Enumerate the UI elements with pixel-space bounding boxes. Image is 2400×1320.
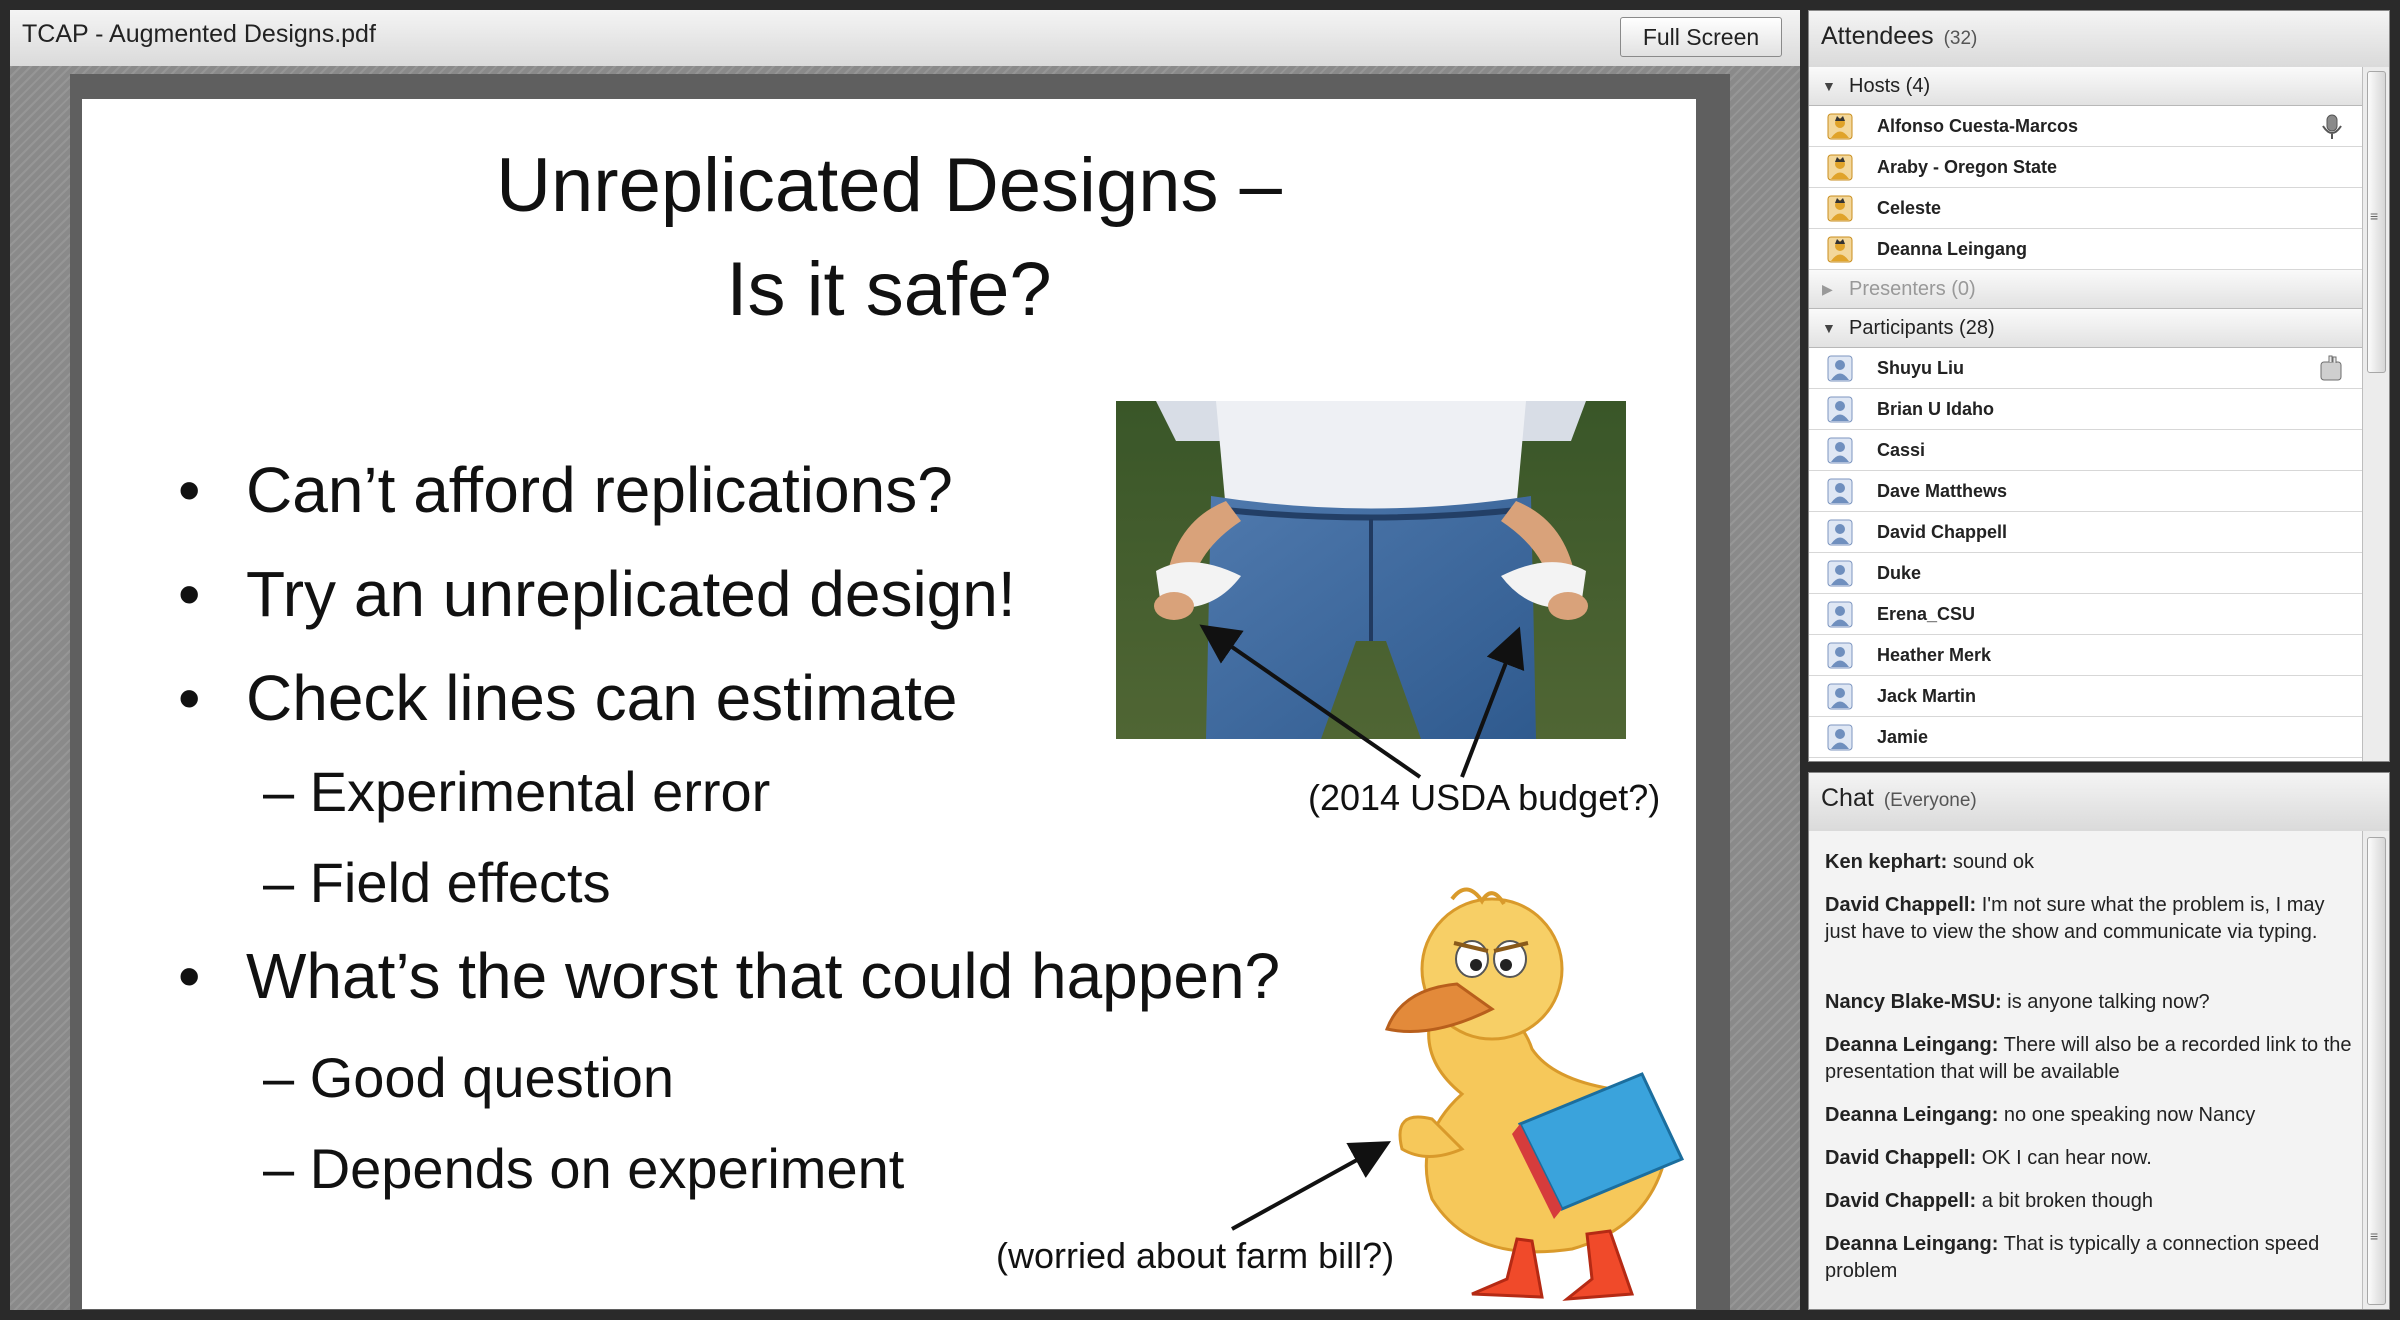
chat-title-text: Chat [1821, 784, 1874, 812]
attendee-name: Alfonso Cuesta-Marcos [1877, 116, 2079, 136]
host-person-icon [1827, 154, 1853, 181]
participant-person-icon [1827, 437, 1853, 464]
attendee-name: Brian U Idaho [1877, 399, 1995, 419]
microphone-icon [2322, 114, 2342, 139]
attendee-row[interactable]: Deanna Leingang [1809, 229, 2363, 270]
attendee-row[interactable]: Dave Matthews [1809, 471, 2363, 512]
document-stage: Unreplicated Designs – Is it safe? • Can… [10, 66, 1800, 1310]
attendee-row[interactable]: Shuyu Liu [1809, 348, 2363, 389]
attendees-pod: Attendees (32) ▼ Hosts (4) Alfonso Cuesta… [1808, 10, 2390, 762]
group-label: Presenters (0) [1849, 278, 1976, 300]
attendee-row[interactable]: Duke [1809, 553, 2363, 594]
group-hosts[interactable]: ▼ Hosts (4) [1809, 67, 2363, 106]
full-screen-button[interactable]: Full Screen [1620, 17, 1782, 57]
chat-text: a bit broken though [1981, 1190, 2153, 1212]
chat-messages: Ken kephart: sound ok David Chappell: I'… [1809, 831, 2363, 1309]
attendee-row[interactable]: Brian U Idaho [1809, 389, 2363, 430]
group-label: Participants (28) [1849, 317, 1995, 339]
attendees-scrollbar[interactable]: ≡ [2362, 67, 2389, 761]
chat-text: no one speaking now Nancy [2003, 1104, 2256, 1126]
participant-person-icon [1827, 519, 1853, 546]
attendee-name: Erena_CSU [1877, 604, 1976, 624]
host-person-icon [1827, 113, 1853, 140]
chat-scrollbar[interactable]: ≡ [2362, 831, 2389, 1309]
chat-message: Deanna Leingang: That is typically a con… [1825, 1231, 2355, 1285]
attendee-row[interactable]: Jamie [1809, 717, 2363, 758]
attendee-name: Cassi [1877, 440, 1926, 460]
chat-title: Chat (Everyone) [1821, 784, 1977, 813]
chat-audience: (Everyone) [1883, 790, 1977, 811]
chat-sender: Ken kephart: [1825, 851, 1948, 873]
participant-person-icon [1827, 724, 1853, 751]
participant-person-icon [1827, 642, 1853, 669]
attendee-name: Dave Matthews [1877, 481, 2008, 501]
chat-sender: David Chappell: [1825, 1147, 1977, 1169]
group-presenters[interactable]: ▶ Presenters (0) [1809, 270, 2363, 309]
attendee-row[interactable]: David Chappell [1809, 512, 2363, 553]
participant-person-icon [1827, 683, 1853, 710]
expanded-triangle-icon: ▼ [1822, 320, 1836, 336]
chat-message: David Chappell: I'm not sure what the pr… [1825, 892, 2355, 946]
share-pod: TCAP - Augmented Designs.pdf Full Screen… [10, 10, 1800, 1310]
chat-header: Chat (Everyone) [1809, 773, 2389, 832]
worried-duck-illustration [1384, 887, 1685, 1301]
participant-person-icon [1827, 396, 1853, 423]
host-person-icon [1827, 195, 1853, 222]
attendee-row[interactable]: Celeste [1809, 188, 2363, 229]
raised-hand-icon [2320, 355, 2342, 381]
chat-message: Deanna Leingang: no one speaking now Nan… [1825, 1102, 2355, 1129]
chat-message: Ken kephart: sound ok [1825, 849, 2355, 876]
chat-sender: Deanna Leingang: [1825, 1233, 1999, 1255]
attendees-count: (32) [1943, 28, 1978, 49]
attendee-name: Araby - Oregon State [1877, 157, 2058, 177]
group-participants[interactable]: ▼ Participants (28) [1809, 309, 2363, 348]
attendee-name: Jack Martin [1877, 686, 1977, 706]
grip-icon: ≡ [2370, 1228, 2379, 1244]
chat-sender: David Chappell: [1825, 894, 1977, 916]
expanded-triangle-icon: ▼ [1822, 78, 1836, 94]
attendee-name: Shuyu Liu [1877, 358, 1964, 378]
participant-person-icon [1827, 355, 1853, 382]
chat-message: David Chappell: OK I can hear now. [1825, 1145, 2355, 1172]
chat-message: David Chappell: a bit broken though [1825, 1188, 2355, 1215]
chat-text: OK I can hear now. [1981, 1147, 2152, 1169]
presentation-slide: Unreplicated Designs – Is it safe? • Can… [82, 99, 1696, 1309]
attendees-title-text: Attendees [1821, 22, 1934, 50]
chat-text: is anyone talking now? [2007, 991, 2210, 1013]
chat-message: Nancy Blake-MSU: is anyone talking now? [1825, 989, 2355, 1016]
attendees-header: Attendees (32) [1809, 11, 2389, 68]
attendee-row[interactable]: Erena_CSU [1809, 594, 2363, 635]
chat-sender: Deanna Leingang: [1825, 1034, 1999, 1056]
arrow-to-left-pocket [1199, 624, 1422, 779]
participant-person-icon [1827, 478, 1853, 505]
arrow-to-right-pocket [1460, 626, 1525, 778]
attendee-list: ▼ Hosts (4) Alfonso Cuesta-Marcos Araby … [1809, 67, 2363, 761]
chat-pod: Chat (Everyone) Ken kephart: sound ok Dav… [1808, 772, 2390, 1310]
group-label: Hosts (4) [1849, 75, 1931, 97]
document-title: TCAP - Augmented Designs.pdf [22, 20, 376, 48]
attendee-name: Celeste [1877, 198, 1942, 218]
attendee-name: Deanna Leingang [1877, 239, 2028, 259]
share-pod-header: TCAP - Augmented Designs.pdf Full Screen [10, 10, 1800, 67]
chat-text: sound ok [1952, 851, 2034, 873]
attendee-name: Duke [1877, 563, 1922, 583]
attendee-name: Jamie [1877, 727, 1929, 747]
attendee-row[interactable]: Cassi [1809, 430, 2363, 471]
attendee-name: David Chappell [1877, 522, 2008, 542]
attendee-row[interactable]: Araby - Oregon State [1809, 147, 2363, 188]
attendee-row[interactable]: Alfonso Cuesta-Marcos [1809, 106, 2363, 147]
chat-sender: David Chappell: [1825, 1190, 1977, 1212]
attendee-name: Heather Merk [1877, 645, 1992, 665]
chat-message: Deanna Leingang: There will also be a re… [1825, 1032, 2355, 1086]
participant-person-icon [1827, 560, 1853, 587]
chat-sender: Deanna Leingang: [1825, 1104, 1999, 1126]
participant-person-icon [1827, 601, 1853, 628]
attendees-title: Attendees (32) [1821, 22, 1977, 51]
chat-sender: Nancy Blake-MSU: [1825, 991, 2002, 1013]
grip-icon: ≡ [2370, 208, 2379, 224]
attendee-row[interactable]: Heather Merk [1809, 635, 2363, 676]
attendee-row[interactable]: Jack Martin [1809, 676, 2363, 717]
collapsed-triangle-icon: ▶ [1822, 281, 1833, 297]
host-person-icon [1827, 236, 1853, 263]
